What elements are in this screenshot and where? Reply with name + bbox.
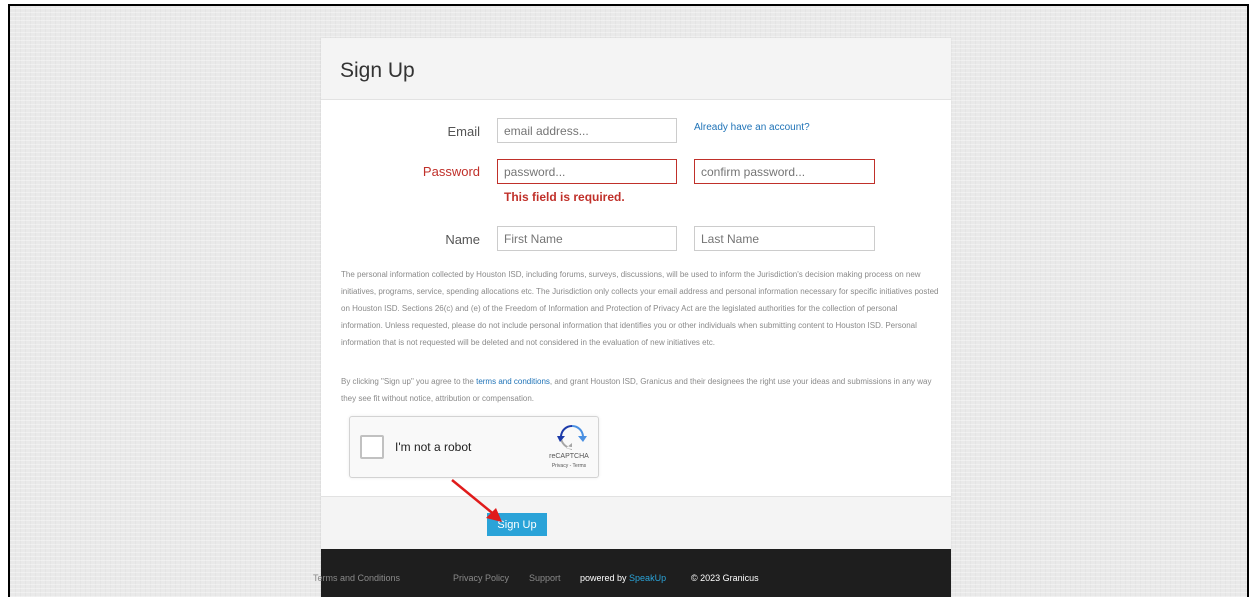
password-input[interactable]: [497, 159, 677, 184]
first-name-input[interactable]: [497, 226, 677, 251]
browser-viewport: Sign Up Email Already have an account? P…: [8, 4, 1249, 597]
email-input[interactable]: [497, 118, 677, 143]
footer-privacy-link[interactable]: Privacy Policy: [453, 573, 509, 583]
confirm-password-input[interactable]: [694, 159, 875, 184]
page-title: Sign Up: [340, 59, 415, 82]
card-header: Sign Up: [321, 38, 951, 100]
red-arrow-icon: [451, 479, 502, 522]
site-footer: Terms and Conditions Privacy Policy Supp…: [313, 549, 951, 597]
signup-card: Sign Up Email Already have an account? P…: [313, 38, 951, 597]
footer-terms-link[interactable]: Terms and Conditions: [313, 573, 400, 583]
recaptcha-checkbox[interactable]: [360, 435, 384, 459]
email-label: Email: [447, 124, 480, 139]
footer-copyright: © 2023 Granicus: [691, 573, 759, 583]
powered-by-text: powered by: [580, 573, 627, 583]
name-label: Name: [445, 232, 480, 247]
recaptcha-icon: [557, 424, 587, 450]
footer-support-link[interactable]: Support: [529, 573, 561, 583]
form-action-bar: Sign Up: [321, 496, 951, 549]
recaptcha-privacy-terms[interactable]: Privacy - Terms: [547, 463, 591, 469]
powered-by-brand: SpeakUp: [629, 573, 667, 583]
recaptcha-widget: I'm not a robot reCAPTCHA Privacy - Term…: [349, 416, 599, 478]
privacy-disclaimer: The personal information collected by Ho…: [341, 270, 939, 347]
agree-before-text: By clicking "Sign up" you agree to the: [341, 377, 477, 386]
password-error-message: This field is required.: [504, 190, 625, 204]
terms-agreement-text: By clicking "Sign up" you agree to the t…: [341, 373, 941, 407]
already-have-account-link[interactable]: Already have an account?: [694, 122, 810, 133]
recaptcha-label: I'm not a robot: [395, 440, 472, 454]
footer-powered-by[interactable]: powered by SpeakUp: [580, 573, 666, 583]
password-label: Password: [422, 164, 480, 179]
recaptcha-brand: reCAPTCHA: [549, 453, 589, 460]
last-name-input[interactable]: [694, 226, 875, 251]
terms-and-conditions-link[interactable]: terms and conditions: [476, 377, 550, 386]
